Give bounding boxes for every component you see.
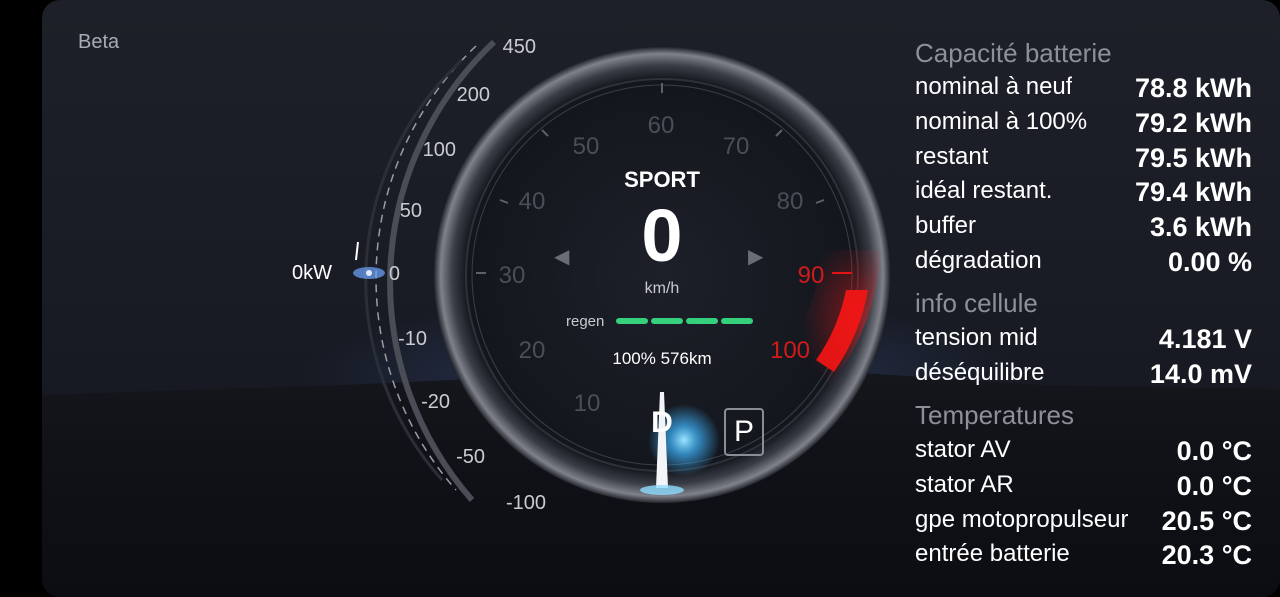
speed-scale-label: 90 bbox=[797, 262, 825, 289]
battery-capacity-heading: Capacité batterie bbox=[915, 38, 1112, 68]
speed-scale-label: 50 bbox=[572, 133, 600, 160]
power-scale-label: 450 bbox=[502, 36, 536, 58]
battery-row: nominal à 100% 79.2 kWh bbox=[915, 108, 1252, 138]
row-value: 14.0 mV bbox=[1149, 359, 1252, 389]
row-value: 20.5 °C bbox=[1161, 506, 1252, 536]
speed-scale-label: 30 bbox=[498, 262, 526, 289]
regen-segment bbox=[616, 318, 648, 324]
row-value: 0.0 °C bbox=[1176, 471, 1252, 501]
row-label: gpe motopropulseur bbox=[915, 506, 1129, 533]
regen-segment bbox=[686, 318, 718, 324]
temperatures-heading: Temperatures bbox=[915, 400, 1074, 430]
row-label: buffer bbox=[915, 212, 976, 239]
speed-scale-label: 100 bbox=[769, 337, 811, 364]
regen-segment bbox=[651, 318, 683, 324]
row-label: nominal à neuf bbox=[915, 73, 1073, 100]
row-label: dégradation bbox=[915, 247, 1042, 274]
cell-info-heading: info cellule bbox=[915, 288, 1038, 318]
row-label: déséquilibre bbox=[915, 359, 1045, 386]
speed-scale-label: 10 bbox=[573, 390, 601, 417]
battery-row: idéal restant. 79.4 kWh bbox=[915, 177, 1252, 207]
row-value: 79.4 kWh bbox=[1134, 177, 1252, 207]
row-label: tension mid bbox=[915, 324, 1038, 351]
speed-scale-label: 70 bbox=[722, 133, 750, 160]
turn-left-arrow-icon: ◀ bbox=[554, 246, 570, 268]
row-value: 0.00 % bbox=[1167, 247, 1252, 277]
turn-right-arrow-icon: ▶ bbox=[748, 246, 764, 268]
temp-row: entrée batterie 20.3 °C bbox=[915, 540, 1252, 570]
gear-drive-indicator: D bbox=[651, 406, 673, 439]
battery-range-readout: 100% 576km bbox=[612, 349, 712, 368]
power-readout: 0kW bbox=[292, 262, 332, 284]
drive-mode-label: SPORT bbox=[624, 167, 700, 192]
temp-row: gpe motopropulseur 20.5 °C bbox=[915, 506, 1252, 536]
regen-label: regen bbox=[566, 313, 605, 330]
speed-scale-label: 80 bbox=[776, 188, 804, 215]
row-value: 79.5 kWh bbox=[1134, 143, 1252, 173]
row-value: 78.8 kWh bbox=[1134, 73, 1252, 103]
battery-row: nominal à neuf 78.8 kWh bbox=[915, 73, 1252, 103]
speed-unit: km/h bbox=[644, 280, 680, 297]
row-label: stator AV bbox=[915, 436, 1011, 463]
temp-row: stator AV 0.0 °C bbox=[915, 436, 1252, 466]
regen-segment bbox=[721, 318, 753, 324]
power-scale-label: -20 bbox=[421, 391, 450, 413]
row-label: idéal restant. bbox=[915, 177, 1053, 204]
power-scale-label: 100 bbox=[422, 139, 456, 161]
gear-park-button[interactable]: P bbox=[724, 408, 764, 456]
battery-row: dégradation 0.00 % bbox=[915, 247, 1252, 277]
power-scale-label: -10 bbox=[398, 328, 427, 350]
speed-scale-label: 40 bbox=[518, 188, 546, 215]
row-label: stator AR bbox=[915, 471, 1014, 498]
power-scale-label: 200 bbox=[456, 84, 490, 106]
speed-scale-label: 60 bbox=[647, 112, 675, 139]
power-scale-label: -100 bbox=[505, 492, 546, 514]
row-value: 79.2 kWh bbox=[1134, 108, 1252, 138]
row-label: restant bbox=[915, 143, 989, 170]
row-label: nominal à 100% bbox=[915, 108, 1088, 135]
power-scale-label: -50 bbox=[456, 446, 485, 468]
power-scale-label: 50 bbox=[399, 200, 422, 222]
row-label: entrée batterie bbox=[915, 540, 1070, 567]
temp-row: stator AR 0.0 °C bbox=[915, 471, 1252, 501]
speed-scale-label: 20 bbox=[518, 337, 546, 364]
row-value: 3.6 kWh bbox=[1149, 212, 1252, 242]
power-scale-label: 0 bbox=[388, 263, 400, 285]
row-value: 4.181 V bbox=[1158, 324, 1252, 354]
power-indicator-line bbox=[355, 241, 359, 261]
row-value: 0.0 °C bbox=[1176, 436, 1252, 466]
cell-row: tension mid 4.181 V bbox=[915, 324, 1252, 354]
cell-row: déséquilibre 14.0 mV bbox=[915, 359, 1252, 389]
dashboard-screen: Beta 450 200 100 50 0 -10 -20 -50 -100 0… bbox=[42, 0, 1280, 597]
needle-base-glow bbox=[640, 485, 684, 495]
row-value: 20.3 °C bbox=[1161, 540, 1252, 570]
battery-row: buffer 3.6 kWh bbox=[915, 212, 1252, 242]
speed-value: 0 bbox=[641, 194, 683, 277]
battery-row: restant 79.5 kWh bbox=[915, 143, 1252, 173]
